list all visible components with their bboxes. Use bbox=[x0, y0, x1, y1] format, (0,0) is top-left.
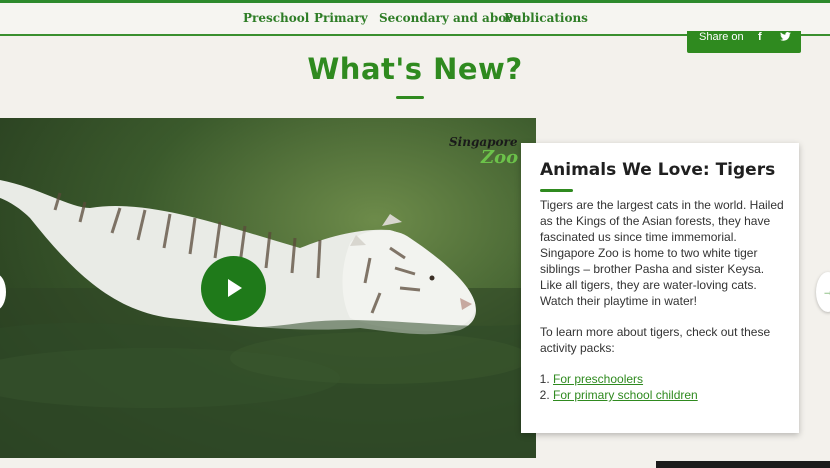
card-title: Animals We Love: Tigers bbox=[540, 160, 776, 180]
list-item: For primary school children bbox=[553, 387, 788, 403]
arrow-right-icon: → bbox=[822, 284, 830, 298]
play-button[interactable] bbox=[201, 256, 266, 321]
share-label: Share on bbox=[699, 31, 744, 43]
twitter-icon[interactable] bbox=[780, 32, 791, 44]
link-for-preschoolers[interactable]: For preschoolers bbox=[553, 372, 643, 386]
singapore-zoo-logo: Singapore Zoo bbox=[449, 131, 519, 173]
card-title-underline bbox=[540, 189, 573, 192]
carousel-next-button[interactable]: → bbox=[816, 272, 830, 312]
card-paragraph-packs: To learn more about tigers, check out th… bbox=[540, 325, 771, 355]
card-paragraph-intro: Tigers are the largest cats in the world… bbox=[540, 198, 784, 308]
section-title: What's New? bbox=[307, 52, 523, 86]
list-item: For preschoolers bbox=[553, 371, 788, 387]
info-card: Animals We Love: Tigers Tigers are the l… bbox=[521, 143, 799, 433]
title-underline bbox=[396, 96, 424, 99]
nav-item-primary[interactable]: Primary bbox=[314, 11, 368, 25]
logo-line2: Zoo bbox=[481, 147, 519, 168]
nav-item-publications[interactable]: Publications bbox=[504, 11, 588, 25]
link-for-primary-school-children[interactable]: For primary school children bbox=[553, 388, 698, 402]
play-icon bbox=[228, 279, 242, 297]
activity-pack-list: For preschoolers For primary school chil… bbox=[540, 371, 788, 403]
nav-item-secondary[interactable]: Secondary and above bbox=[379, 11, 521, 25]
card-body: Tigers are the largest cats in the world… bbox=[540, 197, 788, 403]
facebook-icon[interactable]: f bbox=[758, 31, 762, 43]
nav-item-preschool[interactable]: Preschool bbox=[243, 11, 309, 25]
bottom-dark-bar bbox=[656, 461, 830, 468]
share-bar: Share on f bbox=[687, 31, 801, 53]
